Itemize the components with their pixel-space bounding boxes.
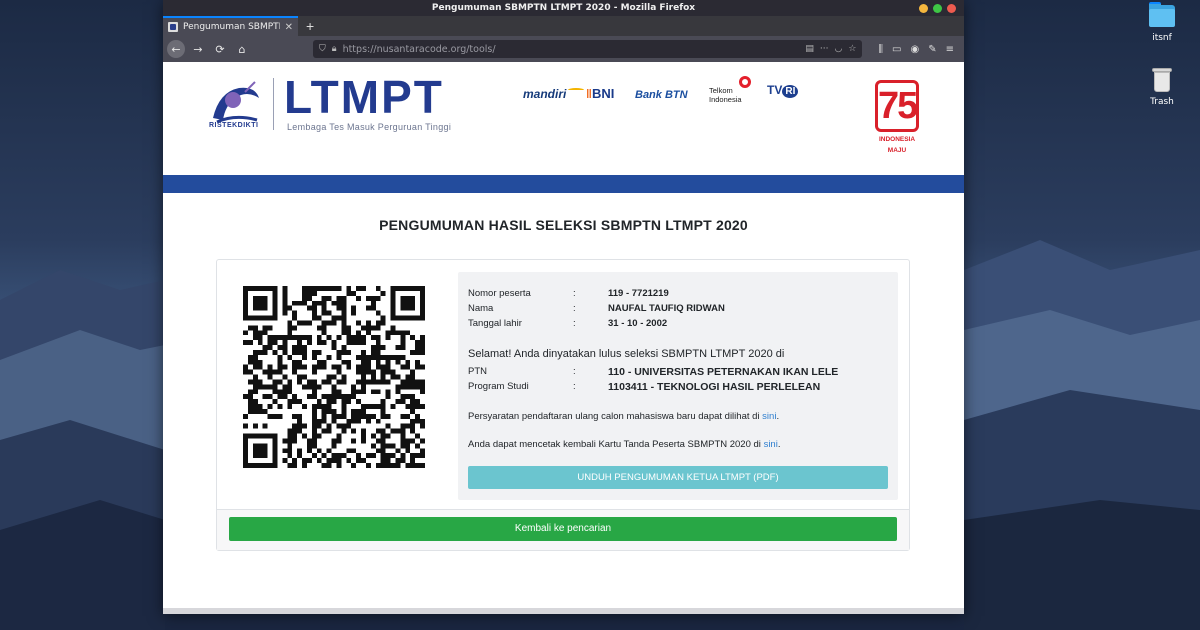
- indonesia-maju-75-badge: 75 INDONESIA MAJU: [869, 80, 925, 154]
- nomor-peserta-value: 119 - 7721219: [608, 288, 669, 299]
- ptn-value: 110 - UNIVERSITAS PETERNAKAN IKAN LELE: [608, 365, 839, 378]
- sponsor-tvri-logo: TV RI: [767, 83, 799, 98]
- result-info-panel: Nomor peserta:119 - 7721219 Nama: NAUFAL …: [458, 272, 898, 500]
- sponsor-telkom-logo: Telkom Indonesia: [709, 76, 759, 106]
- desktop-icon-label: Trash: [1150, 97, 1174, 107]
- bookmark-star-icon[interactable]: ☆: [848, 44, 856, 54]
- qr-code: [243, 286, 425, 468]
- desktop-folder-itsnf[interactable]: itsnf: [1132, 2, 1192, 43]
- print-card-link[interactable]: sini: [764, 439, 778, 450]
- page-actions-icon[interactable]: ···: [820, 44, 829, 54]
- ltmpt-logo-text: LTMPT: [284, 71, 444, 123]
- close-window-button[interactable]: [947, 4, 956, 13]
- browser-tab-active[interactable]: Pengumuman SBMPTN LTMPT 2020 ✕: [163, 16, 298, 36]
- sidebar-icon[interactable]: ▭: [892, 44, 901, 55]
- maximize-button[interactable]: [933, 4, 942, 13]
- back-arrow-icon[interactable]: ←: [167, 40, 185, 58]
- field-nama: Nama: NAUFAL TAUFIQ RIDWAN: [468, 303, 725, 314]
- field-ptn: PTN:110 - UNIVERSITAS PETERNAKAN IKAN LE…: [468, 365, 839, 378]
- download-announcement-button[interactable]: UNDUH PENGUMUMAN KETUA LTMPT (PDF): [468, 466, 888, 489]
- tab-title: Pengumuman SBMPTN LTMPT 2020: [183, 22, 280, 32]
- minimize-button[interactable]: [919, 4, 928, 13]
- browser-window: Pengumuman SBMPTN LTMPT 2020 - Mozilla F…: [163, 0, 964, 614]
- navigation-bar: ← → ⟳ ⌂ ⛉ 🔒︎ https://nusantaracode.org/t…: [163, 36, 964, 62]
- shield-icon[interactable]: ⛉: [319, 44, 326, 54]
- ltmpt-logo-subtitle: Lembaga Tes Masuk Perguruan Tinggi: [287, 122, 452, 132]
- nama-value: NAUFAL TAUFIQ RIDWAN: [608, 303, 725, 314]
- desktop-icon-label: itsnf: [1152, 33, 1172, 43]
- folder-icon: [1147, 2, 1177, 30]
- favicon-icon: [168, 22, 178, 32]
- program-studi-value: 1103411 - TEKNOLOGI HASIL PERLELEAN: [608, 380, 821, 393]
- menu-hamburger-icon[interactable]: ≡: [946, 44, 954, 55]
- qr-modules: [243, 286, 425, 468]
- registration-info-text: Persyaratan pendaftaran ulang calon maha…: [468, 411, 780, 422]
- pocket-icon[interactable]: ◡: [834, 44, 842, 54]
- badge-caption-2: MAJU: [887, 147, 907, 154]
- field-nomor-peserta: Nomor peserta:119 - 7721219: [468, 288, 669, 299]
- lulus-message: Selamat! Anda dinyatakan lulus seleksi S…: [468, 348, 785, 360]
- sponsor-mandiri-logo: mandiri: [523, 87, 585, 101]
- field-program-studi: Program Studi:1103411 - TEKNOLOGI HASIL …: [468, 380, 821, 393]
- page-title: PENGUMUMAN HASIL SELEKSI SBMPTN LTMPT 20…: [379, 217, 748, 233]
- tab-bar: Pengumuman SBMPTN LTMPT 2020 ✕ +: [163, 16, 964, 36]
- registration-link[interactable]: sini: [762, 411, 776, 422]
- window-title: Pengumuman SBMPTN LTMPT 2020 - Mozilla F…: [431, 3, 696, 13]
- trash-icon: [1147, 66, 1177, 94]
- lock-icon[interactable]: 🔒︎: [332, 44, 337, 54]
- account-icon[interactable]: ◉: [910, 44, 919, 55]
- url-bar[interactable]: ⛉ 🔒︎ https://nusantaracode.org/tools/ ▤ …: [313, 40, 863, 58]
- card-footer: Kembali ke pencarian: [217, 509, 909, 550]
- close-tab-icon[interactable]: ✕: [285, 22, 293, 33]
- site-header: RISTEKDIKTI LTMPT Lembaga Tes Masuk Perg…: [163, 62, 964, 175]
- home-icon[interactable]: ⌂: [233, 40, 251, 58]
- new-tab-button[interactable]: +: [298, 16, 322, 36]
- sponsor-btn-logo: Bank BTN: [635, 89, 688, 101]
- sponsor-bni-logo: ǁBNI: [586, 86, 615, 101]
- desktop-trash[interactable]: Trash: [1132, 66, 1192, 107]
- badge-number: 75: [875, 80, 919, 132]
- badge-caption-1: INDONESIA: [878, 136, 916, 143]
- url-text[interactable]: https://nusantaracode.org/tools/: [343, 44, 800, 55]
- extension-icon[interactable]: ✎: [928, 44, 936, 55]
- reload-icon[interactable]: ⟳: [211, 40, 229, 58]
- field-tanggal-lahir: Tanggal lahir:31 - 10 - 2002: [468, 318, 668, 329]
- emblem-caption: RISTEKDIKTI: [209, 122, 259, 129]
- print-card-info-text: Anda dapat mencetak kembali Kartu Tanda …: [468, 439, 781, 450]
- reader-view-icon[interactable]: ▤: [805, 44, 814, 54]
- header-blue-band: [163, 175, 964, 193]
- forward-arrow-icon[interactable]: →: [189, 40, 207, 58]
- tanggal-lahir-value: 31 - 10 - 2002: [608, 318, 668, 329]
- logo-divider: [273, 78, 274, 130]
- result-card: Nomor peserta:119 - 7721219 Nama: NAUFAL …: [216, 259, 910, 551]
- library-icon[interactable]: ⫼: [878, 44, 883, 55]
- back-to-search-button[interactable]: Kembali ke pencarian: [229, 517, 897, 541]
- horizontal-scrollbar[interactable]: [163, 608, 964, 614]
- web-page: RISTEKDIKTI LTMPT Lembaga Tes Masuk Perg…: [163, 62, 964, 614]
- window-titlebar[interactable]: Pengumuman SBMPTN LTMPT 2020 - Mozilla F…: [163, 0, 964, 16]
